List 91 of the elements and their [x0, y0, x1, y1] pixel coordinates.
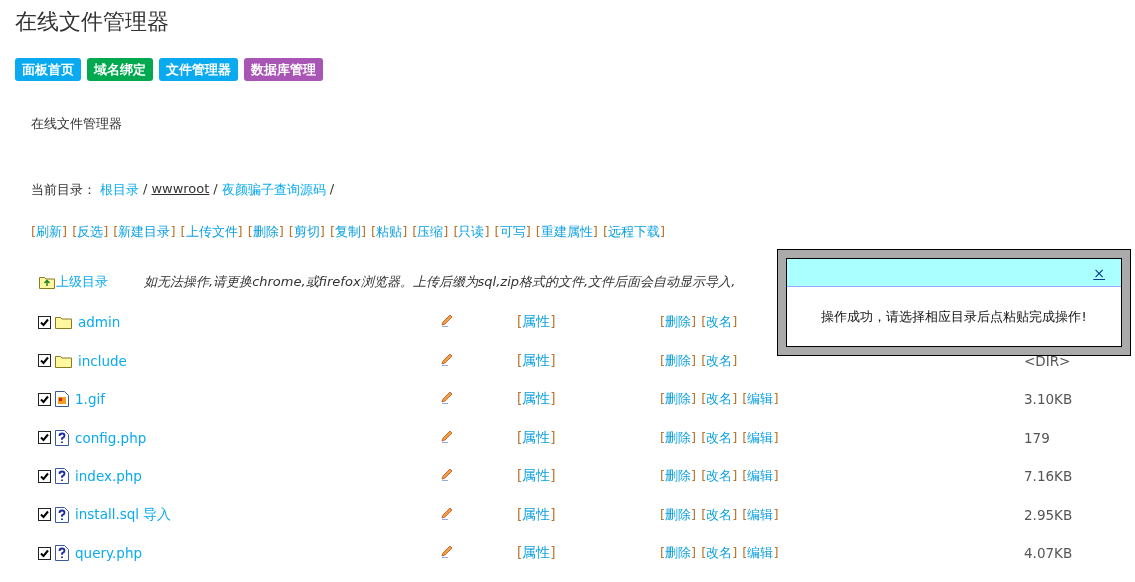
toolbar-link[interactable]: [剪切] [288, 223, 325, 241]
hint-text: 如无法操作,请更换chrome,或firefox浏览器。上传后缀为sql,zip格式的文件,文件后面会自动显示导入, [144, 273, 736, 291]
file-name-link[interactable]: query.php [75, 545, 143, 562]
checked-checkbox[interactable] [38, 431, 51, 445]
breadcrumb-separator: / [213, 181, 218, 198]
folder-icon [55, 315, 72, 330]
image-file-icon [55, 391, 69, 408]
toolbar-link[interactable]: [粘贴] [371, 223, 408, 241]
section-title: 在线文件管理器 [31, 116, 123, 133]
pencil-icon[interactable] [441, 468, 453, 482]
pencil-icon[interactable] [441, 545, 453, 559]
breadcrumb-separator: / [143, 181, 148, 198]
toolbar-link[interactable]: [复制] [329, 223, 367, 241]
unknown-file-icon [55, 506, 69, 523]
properties-link[interactable]: [属性] [517, 428, 556, 445]
folder-icon [55, 353, 72, 368]
action-link[interactable]: [改名] [701, 390, 738, 409]
dialog-message: 操作成功，请选择相应目录后点粘贴完成操作! [821, 307, 1087, 326]
action-link[interactable]: [改名] [701, 467, 738, 486]
action-link[interactable]: [改名] [701, 313, 738, 332]
toolbar-link[interactable]: [删除] [247, 223, 284, 241]
parent-directory-link[interactable]: 上级目录 [39, 273, 108, 291]
file-name-link[interactable]: include [78, 352, 127, 369]
file-name-link[interactable]: admin [78, 314, 121, 331]
checked-checkbox[interactable] [38, 469, 51, 483]
pencil-icon[interactable] [441, 429, 453, 443]
action-link[interactable]: [删除] [660, 544, 697, 563]
file-size: 2.95KB [1024, 506, 1073, 523]
pencil-icon[interactable] [441, 314, 453, 328]
properties-link[interactable]: [属性] [517, 467, 556, 484]
file-size: 179 [1024, 429, 1050, 446]
file-size: 7.16KB [1024, 468, 1073, 485]
page-title: 在线文件管理器 [15, 8, 170, 36]
nav-button[interactable]: 文件管理器 [159, 58, 238, 81]
nav-button[interactable]: 面板首页 [15, 58, 81, 81]
close-link[interactable]: × [1093, 264, 1105, 281]
file-size: 3.10KB [1024, 391, 1073, 408]
action-link[interactable]: [改名] [701, 544, 738, 563]
breadcrumb-link[interactable]: 夜颜骗子查询源码 [221, 181, 326, 199]
breadcrumb-link[interactable]: 根目录 [100, 181, 139, 199]
action-link[interactable]: [删除] [660, 390, 697, 409]
properties-link[interactable]: [属性] [517, 390, 556, 407]
toolbar-link[interactable]: [反选] [72, 223, 109, 241]
up-folder-icon [39, 275, 55, 289]
pencil-icon[interactable] [441, 506, 453, 520]
action-link[interactable]: [删除] [660, 313, 697, 332]
toolbar-link[interactable]: [新建目录] [113, 223, 176, 241]
toolbar-link[interactable]: [刷新] [31, 223, 68, 241]
file-size: <DIR> [1024, 352, 1071, 369]
breadcrumb-label: 当前目录： [31, 181, 96, 199]
action-link[interactable]: [改名] [701, 505, 738, 524]
properties-link[interactable]: [属性] [517, 351, 556, 368]
action-link[interactable]: [删除] [660, 505, 697, 524]
checked-checkbox[interactable] [38, 392, 51, 406]
nav-button[interactable]: 域名绑定 [87, 58, 153, 81]
action-link[interactable]: [编辑] [742, 390, 779, 409]
action-link[interactable]: [编辑] [742, 544, 779, 563]
action-link[interactable]: [改名] [701, 428, 738, 447]
unknown-file-icon [55, 468, 69, 485]
file-name-link[interactable]: install.sql 导入 [75, 505, 172, 524]
toolbar-link[interactable]: [远程下载] [602, 223, 666, 241]
toolbar-link[interactable]: [可写] [494, 223, 531, 241]
toolbar-link[interactable]: [只读] [453, 223, 490, 241]
file-name-link[interactable]: index.php [75, 468, 142, 485]
properties-link[interactable]: [属性] [517, 544, 556, 561]
unknown-file-icon [55, 429, 69, 446]
toolbar-link[interactable]: [重建属性] [535, 223, 598, 241]
action-link[interactable]: [编辑] [742, 428, 779, 447]
file-name-link[interactable]: 1.gif [75, 391, 105, 408]
checked-checkbox[interactable] [38, 315, 51, 329]
properties-link[interactable]: [属性] [517, 313, 556, 330]
toolbar-link[interactable]: [压缩] [412, 223, 449, 241]
checked-checkbox[interactable] [38, 508, 51, 522]
nav-button[interactable]: 数据库管理 [244, 58, 323, 81]
file-size: 4.07KB [1024, 545, 1073, 562]
file-name-link[interactable]: config.php [75, 429, 147, 446]
action-link[interactable]: [删除] [660, 467, 697, 486]
unknown-file-icon [55, 545, 69, 562]
checked-checkbox[interactable] [38, 546, 51, 560]
pencil-icon[interactable] [441, 391, 453, 405]
action-link[interactable]: [删除] [660, 428, 697, 447]
breadcrumb-separator: / [329, 181, 335, 198]
pencil-icon[interactable] [441, 352, 453, 366]
action-link[interactable]: [编辑] [742, 467, 779, 486]
breadcrumb-link[interactable]: wwwroot [151, 181, 210, 199]
properties-link[interactable]: [属性] [517, 505, 556, 522]
action-link[interactable]: [删除] [660, 351, 697, 370]
toolbar-link[interactable]: [上传文件] [180, 223, 243, 241]
action-link[interactable]: [编辑] [742, 505, 779, 524]
action-link[interactable]: [改名] [701, 351, 738, 370]
checked-checkbox[interactable] [38, 354, 51, 368]
